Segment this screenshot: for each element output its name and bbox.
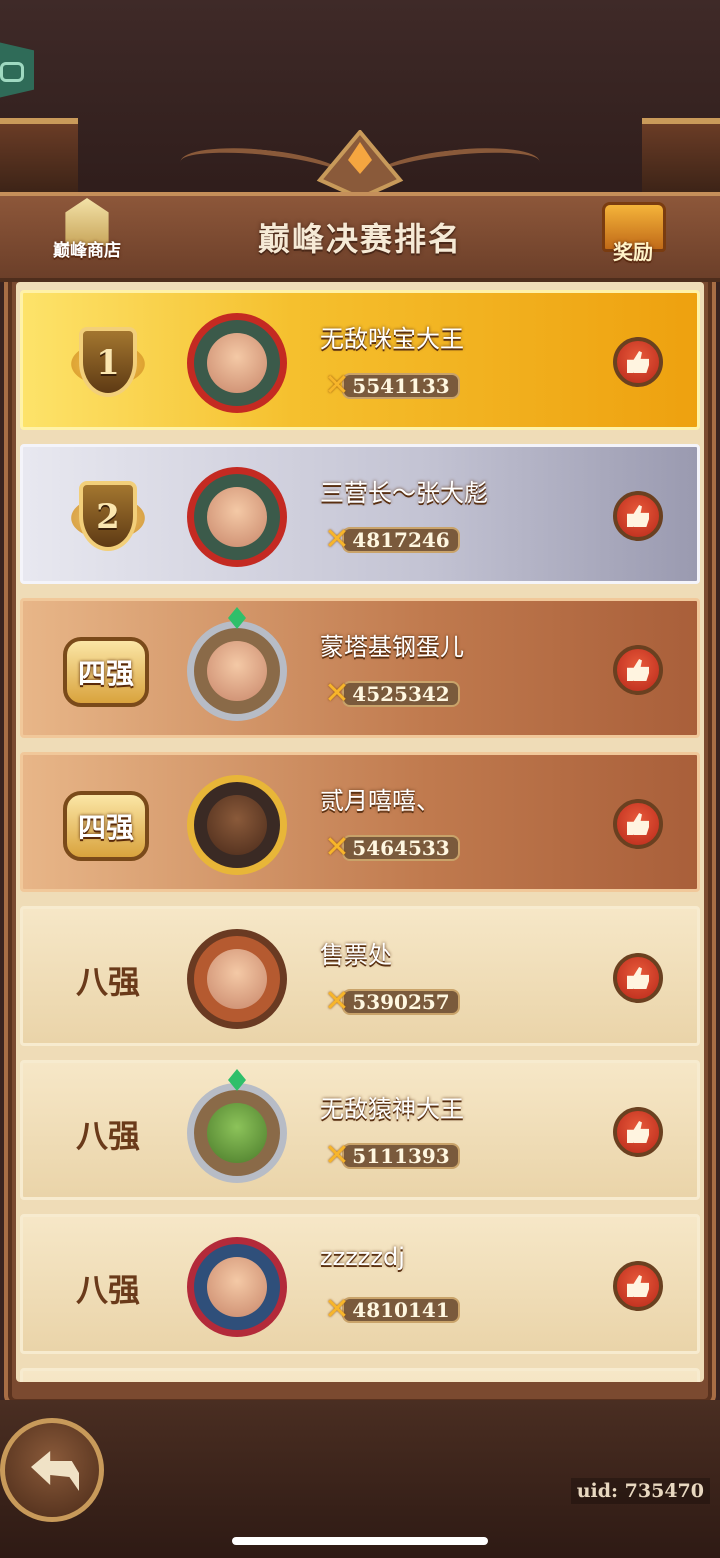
thumbs-up-icon xyxy=(627,659,649,681)
score: 4525342 ✕ xyxy=(320,676,460,711)
avatar-portrait xyxy=(207,1257,267,1317)
score: 4817246 ✕ xyxy=(320,522,460,557)
like-button[interactable] xyxy=(613,337,663,387)
player-name: 售票处 xyxy=(320,941,392,969)
ranking-row-1[interactable]: 1 无敌咪宝大王 5541133 ✕ xyxy=(20,290,700,430)
player-name: 无敌咪宝大王 xyxy=(320,325,464,353)
avatar[interactable] xyxy=(173,915,301,1043)
score-value: 5541133 xyxy=(352,374,450,398)
like-button[interactable] xyxy=(613,1107,663,1157)
avatar-portrait xyxy=(207,333,267,393)
crossed-swords-icon: ✕ xyxy=(324,522,350,557)
score: 4810141 ✕ xyxy=(320,1292,460,1327)
reward-button[interactable]: 奖励 xyxy=(588,196,678,270)
like-button[interactable] xyxy=(613,1261,663,1311)
ranking-row-5[interactable]: 八强 售票处 5390257 ✕ xyxy=(20,906,700,1046)
avatar[interactable] xyxy=(173,1069,301,1197)
player-name: 贰月嘻嘻、 xyxy=(320,787,440,815)
ranking-list[interactable]: 1 无敌咪宝大王 5541133 ✕ 2 三营长～张大彪 4817246 ✕ 四… xyxy=(16,282,704,1382)
thumbs-up-icon xyxy=(627,351,649,373)
ranking-row-4[interactable]: 四强 贰月嘻嘻、 5464533 ✕ xyxy=(20,752,700,892)
ranking-row-7[interactable]: 八强 zzzzzdj 4810141 ✕ xyxy=(20,1214,700,1354)
avatar-portrait xyxy=(207,487,267,547)
crossed-swords-icon: ✕ xyxy=(324,984,350,1019)
like-button[interactable] xyxy=(613,799,663,849)
rank-label: 八强 xyxy=(75,1117,140,1155)
score-value: 4817246 xyxy=(352,528,450,552)
rank-label: 八强 xyxy=(75,963,140,1001)
avatar[interactable] xyxy=(173,299,301,427)
thumbs-up-icon xyxy=(627,1121,649,1143)
like-button[interactable] xyxy=(613,491,663,541)
ranking-row-2[interactable]: 2 三营长～张大彪 4817246 ✕ xyxy=(20,444,700,584)
crossed-swords-icon: ✕ xyxy=(324,1292,350,1327)
gamepad-icon[interactable] xyxy=(0,42,34,98)
score-value: 4810141 xyxy=(352,1298,450,1322)
avatar[interactable] xyxy=(173,453,301,581)
right-pillar xyxy=(642,118,720,196)
reward-label: 奖励 xyxy=(613,240,653,264)
ranking-row-8-partial[interactable] xyxy=(20,1368,700,1382)
thumbs-up-icon xyxy=(627,1275,649,1297)
rank-badge: 2 xyxy=(65,475,151,559)
crossed-swords-icon: ✕ xyxy=(324,368,350,403)
rank-badge: 1 xyxy=(65,321,151,405)
like-button[interactable] xyxy=(613,645,663,695)
crest-emblem xyxy=(316,130,404,200)
shop-button[interactable]: 巅峰商店 xyxy=(42,196,132,270)
back-button[interactable] xyxy=(0,1418,104,1522)
rank-label: 八强 xyxy=(75,1271,140,1309)
ranking-row-3[interactable]: 四强 蒙塔基钢蛋儿 4525342 ✕ xyxy=(20,598,700,738)
home-indicator[interactable] xyxy=(232,1537,488,1545)
player-name: 蒙塔基钢蛋儿 xyxy=(320,633,464,661)
avatar[interactable] xyxy=(173,1223,301,1351)
score-value: 5464533 xyxy=(352,836,450,860)
score: 5390257 ✕ xyxy=(320,984,460,1019)
thumbs-up-icon xyxy=(627,967,649,989)
score-value: 5390257 xyxy=(352,990,450,1014)
like-button[interactable] xyxy=(613,953,663,1003)
player-name: 三营长～张大彪 xyxy=(320,479,488,507)
thumbs-up-icon xyxy=(627,505,649,527)
score: 5541133 ✕ xyxy=(320,368,460,403)
avatar[interactable] xyxy=(173,607,301,735)
rank-number: 2 xyxy=(96,497,120,537)
rank-badge: 四强 xyxy=(63,637,149,707)
crossed-swords-icon: ✕ xyxy=(324,830,350,865)
rank-badge: 四强 xyxy=(63,791,149,861)
player-name: zzzzzdj xyxy=(320,1243,405,1271)
score-value: 4525342 xyxy=(352,682,450,706)
player-name: 无敌猿神大王 xyxy=(320,1095,464,1123)
score: 5111393 ✕ xyxy=(320,1138,460,1173)
avatar-portrait xyxy=(207,949,267,1009)
score: 5464533 ✕ xyxy=(320,830,460,865)
shop-label: 巅峰商店 xyxy=(53,241,121,261)
crossed-swords-icon: ✕ xyxy=(324,1138,350,1173)
ranking-row-6[interactable]: 八强 无敌猿神大王 5111393 ✕ xyxy=(20,1060,700,1200)
avatar-portrait xyxy=(207,641,267,701)
left-pillar xyxy=(0,118,78,196)
rank-number: 1 xyxy=(96,343,120,383)
back-arrow-icon xyxy=(31,1451,79,1491)
avatar-portrait xyxy=(207,795,267,855)
score-value: 5111393 xyxy=(352,1144,450,1168)
avatar-portrait xyxy=(207,1103,267,1163)
crossed-swords-icon: ✕ xyxy=(324,676,350,711)
thumbs-up-icon xyxy=(627,813,649,835)
user-id: uid: 735470 xyxy=(570,1478,710,1504)
avatar[interactable] xyxy=(173,761,301,889)
